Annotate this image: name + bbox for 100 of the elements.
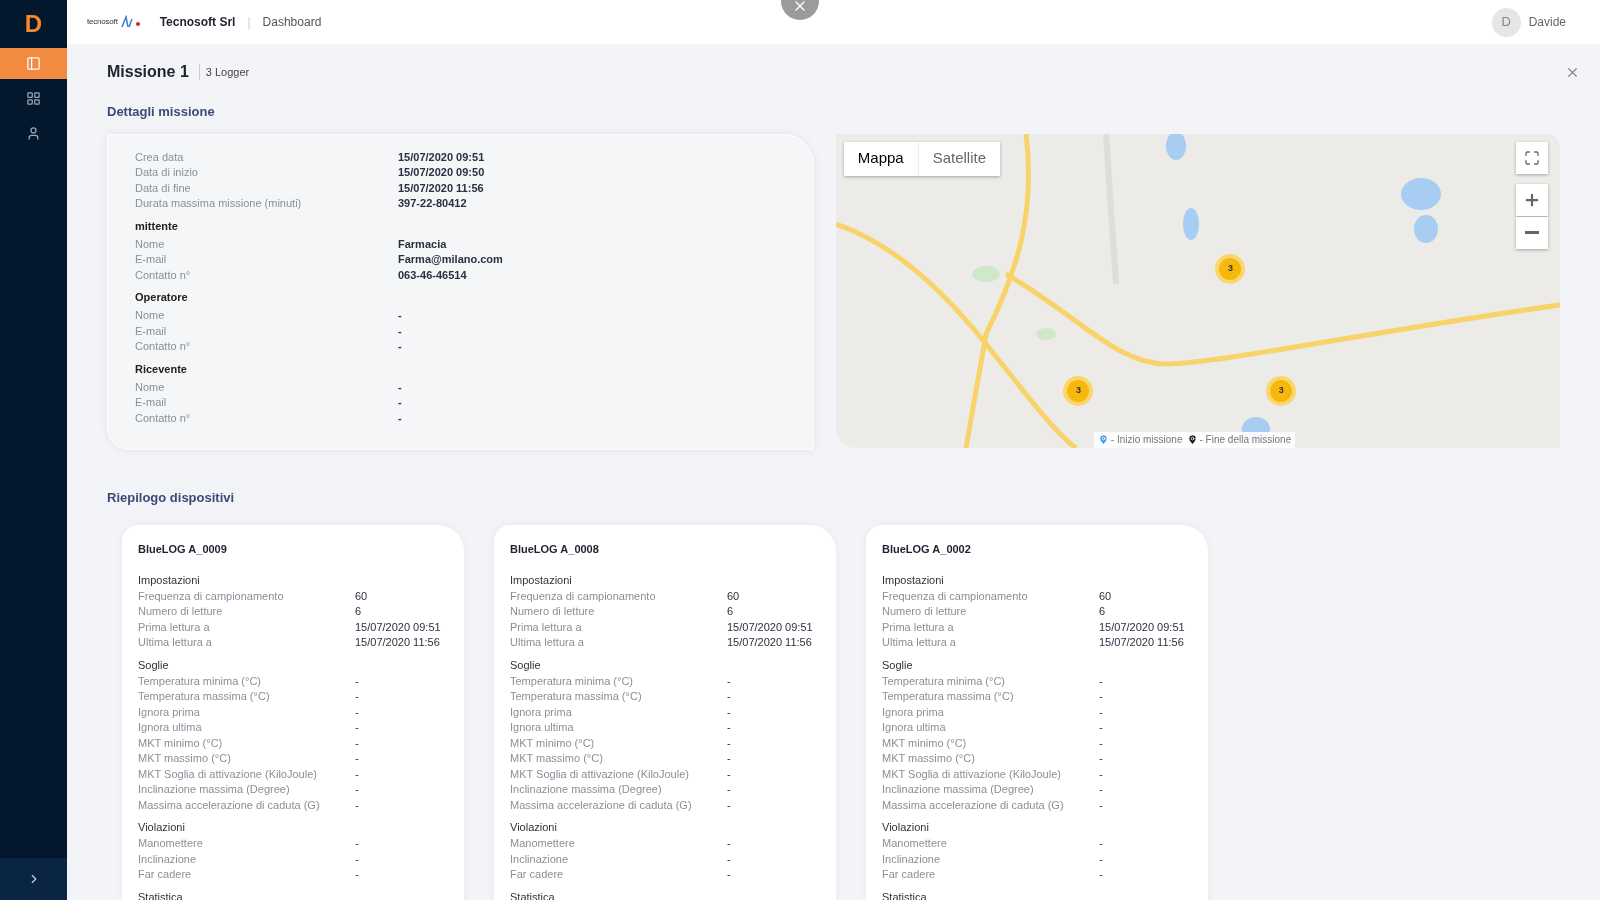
- field-value: -: [398, 395, 402, 410]
- zoom-in-button[interactable]: [1516, 183, 1548, 216]
- map-type-tab[interactable]: Mappa: [843, 141, 918, 176]
- field-label: Frequenza di campionamento: [882, 588, 1029, 604]
- field-label: Ultima lettura a: [138, 635, 213, 650]
- field-label: Ignora ultima: [138, 720, 203, 735]
- section-title: Soglie: [510, 657, 542, 673]
- field-value: -: [727, 797, 731, 813]
- field-label: Ignora ultima: [510, 720, 575, 735]
- mission-title: Missione 1: [107, 62, 189, 82]
- logger-count: 3 Logger: [198, 63, 250, 81]
- field-value: 60: [355, 588, 368, 604]
- user-name: Davide: [1528, 14, 1566, 31]
- field-value: 063-46-46514: [398, 267, 467, 283]
- user-icon: [26, 126, 41, 141]
- field-value: -: [355, 751, 359, 766]
- section-title: Statistica: [882, 889, 928, 900]
- field-label: Massima accelerazione di caduta (G): [882, 797, 1065, 813]
- field-value: 15/07/2020 09:51: [1099, 619, 1185, 635]
- field-label: Crea data: [135, 149, 185, 165]
- company-name: Tecnosoft Srl: [159, 14, 236, 31]
- breadcrumb-link[interactable]: Dashboard: [262, 13, 322, 31]
- section-title: Violazioni: [138, 820, 186, 835]
- field-value: -: [1099, 673, 1103, 689]
- field-value: -: [355, 689, 359, 704]
- field-value: -: [727, 836, 731, 851]
- field-value: Farma@milano.com: [398, 252, 503, 267]
- field-label: Frequenza di campionamento: [510, 588, 657, 604]
- field-value: -: [355, 836, 359, 851]
- group-title: Ricevente: [135, 361, 188, 377]
- field-value: -: [355, 766, 359, 782]
- section-title: Impostazioni: [510, 572, 573, 588]
- field-label: Prima lettura a: [138, 619, 211, 635]
- sidebar-item[interactable]: [0, 48, 67, 79]
- field-value: 397-22-80412: [398, 196, 467, 211]
- fullscreen-button[interactable]: [1516, 141, 1548, 174]
- field-value: -: [1099, 735, 1103, 751]
- field-value: 15/07/2020 09:51: [355, 619, 441, 635]
- group-title: mittente: [135, 218, 179, 234]
- field-label: Contatto n°: [135, 267, 192, 283]
- company-logo: tecnosoft: [87, 15, 142, 29]
- field-value: -: [1099, 689, 1103, 704]
- field-value: 6: [727, 604, 734, 619]
- section-title: Soglie: [138, 657, 170, 673]
- section-title: Statistica: [510, 889, 556, 900]
- field-label: Frequenza di campionamento: [138, 588, 285, 604]
- device-name: BlueLOG A_0002: [882, 542, 972, 557]
- field-value: -: [727, 673, 731, 689]
- field-label: Inclinazione massima (Degree): [882, 782, 1035, 797]
- field-label: Massima accelerazione di caduta (G): [510, 797, 693, 813]
- section-title: Impostazioni: [138, 572, 201, 588]
- field-label: Ignora ultima: [882, 720, 947, 735]
- field-label: Far cadere: [510, 867, 565, 882]
- field-label: Inclinazione: [510, 851, 570, 867]
- field-label: Durata massima missione (minuti): [135, 196, 303, 211]
- map-type-tab[interactable]: Satellite: [917, 141, 1001, 176]
- field-value: -: [727, 867, 731, 882]
- field-value: -: [1099, 851, 1103, 867]
- field-value: -: [727, 735, 731, 751]
- field-label: Ignora prima: [882, 704, 945, 720]
- field-label: MKT minimo (°C): [138, 735, 224, 751]
- cluster-marker[interactable]: 3: [1067, 379, 1090, 402]
- field-label: Ultima lettura a: [510, 635, 585, 650]
- field-label: Far cadere: [882, 867, 937, 882]
- field-value: 15/07/2020 11:56: [1099, 635, 1184, 650]
- zoom-out-button[interactable]: [1516, 216, 1548, 249]
- fullscreen-icon: [1524, 149, 1540, 166]
- device-name: BlueLOG A_0009: [138, 542, 228, 557]
- field-value: -: [355, 867, 359, 882]
- field-label: MKT Soglia di attivazione (KiloJoule): [510, 766, 690, 782]
- field-value: -: [727, 766, 731, 782]
- field-value: -: [1099, 751, 1103, 766]
- legend-label: - Fine della missione: [1199, 433, 1292, 447]
- field-value: -: [355, 851, 359, 867]
- field-value: -: [398, 339, 402, 354]
- group-title: Operatore: [135, 290, 189, 305]
- field-label: Prima lettura a: [510, 619, 583, 635]
- field-value: 60: [1099, 588, 1112, 604]
- field-label: Temperatura minima (°C): [510, 673, 634, 689]
- field-label: Far cadere: [138, 867, 193, 882]
- field-value: 60: [727, 588, 740, 604]
- field-label: Inclinazione massima (Degree): [138, 782, 291, 797]
- minus-icon: [1525, 231, 1539, 234]
- field-value: -: [355, 720, 359, 735]
- field-value: 15/07/2020 11:56: [398, 180, 484, 196]
- cluster-marker[interactable]: 3: [1270, 379, 1293, 402]
- field-label: Manomettere: [138, 836, 204, 851]
- field-label: Nome: [135, 379, 166, 395]
- field-value: -: [1099, 720, 1103, 735]
- field-label: Inclinazione massima (Degree): [510, 782, 663, 797]
- field-label: MKT massimo (°C): [510, 751, 604, 766]
- cluster-marker[interactable]: 3: [1219, 257, 1242, 280]
- field-value: -: [355, 673, 359, 689]
- field-label: Temperatura massima (°C): [138, 689, 271, 704]
- field-value: -: [398, 410, 402, 426]
- app-logo: D: [24, 9, 43, 39]
- field-label: Nome: [135, 308, 166, 323]
- field-value: 15/07/2020 09:51: [727, 619, 813, 635]
- field-label: E-mail: [135, 323, 168, 339]
- field-label: Inclinazione: [138, 851, 198, 867]
